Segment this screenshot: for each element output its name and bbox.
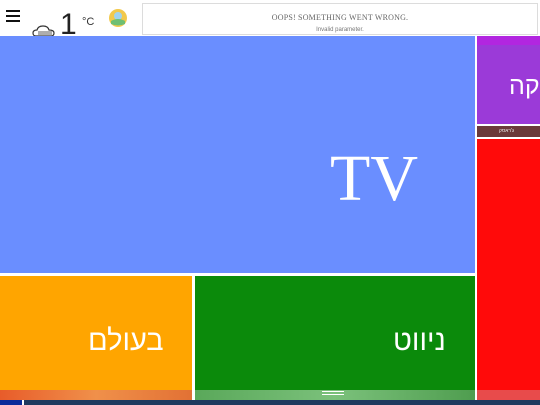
- ad-error-subtitle: Invalid parameter.: [316, 27, 364, 33]
- ad-error-box: OOPS! SOMETHING WENT WRONG. Invalid para…: [142, 3, 538, 35]
- menu-line: [6, 20, 20, 22]
- tile-navigation[interactable]: ניווט: [195, 276, 475, 390]
- menu-line: [6, 10, 20, 12]
- menu-line: [6, 15, 20, 17]
- tile-right-strip-label: ג'ראסק: [499, 128, 515, 134]
- weather-badge-icon[interactable]: [108, 8, 128, 28]
- tile-right-purple[interactable]: קה: [477, 36, 540, 124]
- image-strip-left[interactable]: [0, 390, 192, 400]
- tile-tv-label: TV: [330, 142, 418, 215]
- hamburger-menu-button[interactable]: [6, 8, 20, 22]
- tile-tv[interactable]: TV: [0, 36, 475, 273]
- handle-line: [322, 391, 344, 392]
- tile-navigation-label: ניווט: [393, 325, 446, 357]
- drag-handle-icon[interactable]: [322, 389, 344, 398]
- tile-top-bar: [477, 36, 540, 45]
- tile-right-strip[interactable]: ג'ראסק: [477, 126, 540, 137]
- tile-right-purple-label: קה: [509, 72, 540, 100]
- tile-right-red[interactable]: [477, 139, 540, 390]
- tile-world[interactable]: בעולם: [0, 276, 192, 390]
- ad-error-title: OOPS! SOMETHING WENT WRONG.: [271, 13, 409, 22]
- footer-left-block: [0, 400, 22, 405]
- handle-line: [322, 394, 344, 395]
- image-strip-right[interactable]: [477, 390, 540, 400]
- tile-world-label: בעולם: [88, 325, 164, 357]
- temperature-unit: °C: [82, 16, 95, 28]
- footer-bar: [24, 400, 540, 405]
